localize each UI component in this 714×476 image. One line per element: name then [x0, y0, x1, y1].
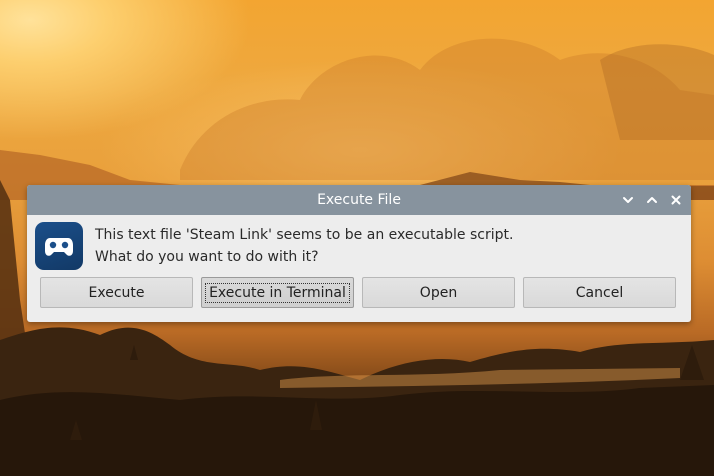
steam-link-app-icon [35, 222, 83, 270]
execute-file-dialog: Execute File This text file 'Steam Link'… [27, 185, 691, 322]
gamepad-icon [45, 238, 73, 256]
dialog-title: Execute File [317, 192, 401, 208]
cancel-button-label: Cancel [575, 284, 624, 301]
close-button[interactable] [668, 192, 684, 208]
minimize-button[interactable] [620, 192, 636, 208]
chevron-down-icon [623, 197, 633, 203]
execute-button[interactable]: Execute [40, 277, 193, 308]
maximize-button[interactable] [644, 192, 660, 208]
execute-button-label: Execute [88, 284, 145, 301]
open-button[interactable]: Open [362, 277, 515, 308]
close-icon [671, 195, 681, 205]
chevron-up-icon [647, 197, 657, 203]
execute-in-terminal-button-label: Execute in Terminal [205, 282, 350, 303]
execute-in-terminal-button[interactable]: Execute in Terminal [201, 277, 354, 308]
dialog-message-line2: What do you want to do with it? [95, 249, 319, 265]
cancel-button[interactable]: Cancel [523, 277, 676, 308]
dialog-titlebar[interactable]: Execute File [27, 185, 691, 215]
open-button-label: Open [419, 284, 458, 301]
dialog-message-line1: This text file 'Steam Link' seems to be … [95, 227, 514, 243]
